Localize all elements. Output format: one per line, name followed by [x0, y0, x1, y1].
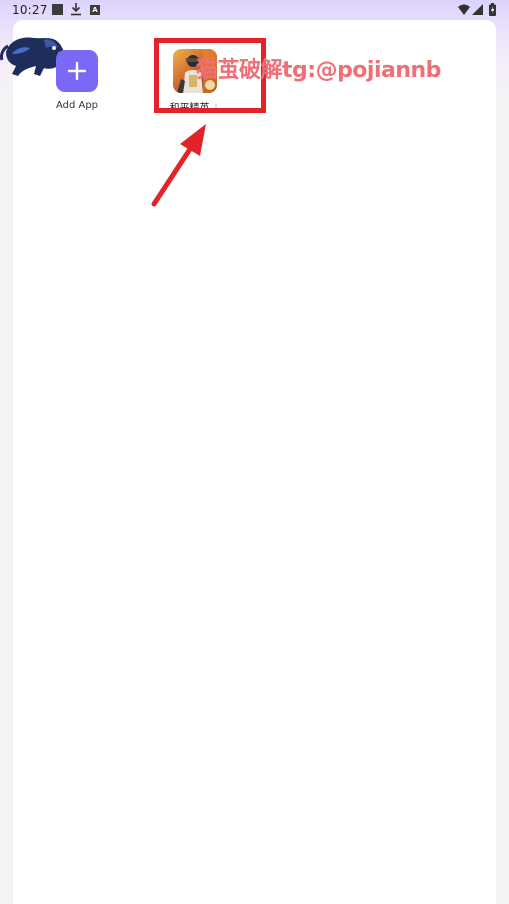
- add-app-tile[interactable]: Add App: [37, 50, 117, 111]
- add-app-button[interactable]: [56, 50, 98, 92]
- signal-icon: [472, 4, 483, 15]
- download-icon: [70, 2, 82, 16]
- red-arrow-icon: [151, 124, 206, 207]
- status-time: 10:27: [12, 3, 48, 17]
- status-bar: 10:27 A: [0, 0, 509, 20]
- stop-square-icon: [52, 4, 63, 15]
- wifi-icon: [458, 4, 470, 15]
- battery-icon: [489, 3, 496, 16]
- app-list-card: [13, 20, 496, 904]
- a-badge-icon: A: [90, 5, 100, 15]
- add-app-label: Add App: [55, 100, 99, 111]
- plus-icon: [67, 61, 87, 81]
- watermark-text: 猫茧破解tg:@pojiannb: [196, 58, 441, 83]
